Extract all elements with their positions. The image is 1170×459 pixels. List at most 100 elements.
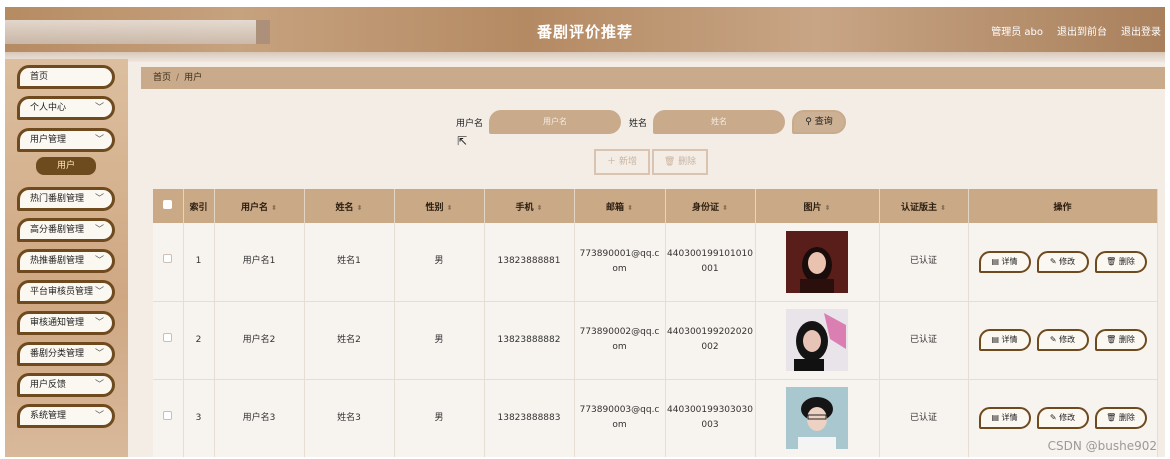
- row-select-cell: [153, 301, 184, 380]
- pencil-icon: ✎: [1049, 413, 1057, 422]
- delete-button[interactable]: 🗑 删除: [1094, 250, 1147, 273]
- cell-id-card: 440300199101010 001: [665, 223, 756, 302]
- top-header: 番剧评价推荐 管理员 abo 退出到前台 退出登录: [5, 7, 1165, 52]
- col-header-photo[interactable]: 图片 ⬍: [755, 189, 880, 223]
- sidebar-subitem-users[interactable]: 用户: [36, 157, 96, 175]
- id-line: 440300199202020: [667, 327, 753, 337]
- cell-phone: 13823888882: [484, 301, 575, 380]
- col-header-label: 姓名: [335, 202, 354, 213]
- chevron-down-icon: ﹀: [94, 318, 104, 328]
- id-line: 002: [701, 342, 719, 352]
- email-line: om: [612, 420, 627, 430]
- email-line: 773890001@qq.c: [579, 248, 660, 259]
- sort-icon[interactable]: ⬍: [357, 204, 363, 212]
- select-all-header[interactable]: [153, 189, 184, 223]
- col-header-phone[interactable]: 手机 ⬍: [484, 189, 575, 223]
- sidebar-item-high-score-anime[interactable]: 高分番剧管理 ﹀: [17, 218, 115, 242]
- batch-delete-button[interactable]: 🗑 删除: [652, 149, 708, 175]
- sidebar-item-label: 平台审核员管理: [30, 287, 94, 297]
- user-photo: [786, 230, 848, 293]
- sidebar-item-label: 用户管理: [30, 135, 67, 145]
- col-header-label: 性别: [425, 202, 444, 213]
- cell-verified: 已认证: [879, 301, 969, 380]
- breadcrumb-home[interactable]: 首页: [153, 73, 171, 83]
- delete-button[interactable]: 🗑 删除: [1094, 407, 1147, 429]
- sidebar-item-review-notice[interactable]: 审核通知管理 ﹀: [17, 311, 115, 335]
- sidebar-item-recommended-anime[interactable]: 热推番剧管理 ﹀: [17, 249, 115, 273]
- doc-icon: ▤: [991, 335, 999, 344]
- edit-button[interactable]: ✎ 修改: [1036, 407, 1089, 429]
- cell-photo: [755, 379, 880, 457]
- cell-id-card: 440300199303030 003: [665, 379, 756, 457]
- row-actions: ▤ 详情 ✎ 修改 🗑 删除: [969, 250, 1157, 273]
- col-header-gender[interactable]: 性别 ⬍: [394, 189, 485, 223]
- cell-username: 用户名3: [214, 379, 305, 457]
- col-header-username[interactable]: 用户名 ⬍: [214, 189, 305, 223]
- edit-button[interactable]: ✎ 修改: [1036, 250, 1089, 273]
- cell-index: 2: [183, 301, 215, 380]
- sidebar-item-home[interactable]: 首页: [17, 65, 115, 89]
- chevron-down-icon: ﹀: [94, 225, 104, 235]
- pencil-icon: ✎: [1049, 335, 1057, 344]
- edit-label: 修改: [1059, 413, 1076, 422]
- header-shadow: [5, 52, 1165, 62]
- name-label: 姓名: [629, 119, 648, 129]
- query-button-label: 查询: [814, 117, 833, 127]
- trash-icon: 🗑: [1106, 335, 1117, 344]
- sort-icon[interactable]: ⬍: [940, 204, 946, 212]
- edit-label: 修改: [1059, 256, 1076, 266]
- sidebar-item-anime-category[interactable]: 番剧分类管理 ﹀: [17, 342, 115, 366]
- chevron-down-icon: ﹀: [94, 194, 104, 204]
- cell-verified: 已认证: [879, 379, 969, 457]
- select-all-checkbox[interactable]: [163, 200, 173, 209]
- cell-email: 773890002@qq.c om: [574, 301, 666, 380]
- edit-button[interactable]: ✎ 修改: [1036, 329, 1089, 351]
- chevron-down-icon: ﹀: [94, 349, 104, 359]
- col-header-label: 图片: [803, 202, 822, 213]
- add-button[interactable]: ＋ 新增: [594, 149, 650, 175]
- col-header-verified[interactable]: 认证版主 ⬍: [879, 189, 969, 223]
- col-header-name[interactable]: 姓名 ⬍: [304, 189, 395, 223]
- col-header-email[interactable]: 邮箱 ⬍: [574, 189, 666, 223]
- sort-icon[interactable]: ⬍: [627, 204, 633, 212]
- sort-icon[interactable]: ⬍: [271, 204, 277, 212]
- row-checkbox[interactable]: [163, 410, 173, 420]
- sort-icon[interactable]: ⬍: [825, 204, 831, 212]
- cell-photo: [755, 301, 880, 380]
- cell-id-card: 440300199202020 002: [665, 301, 756, 380]
- detail-button[interactable]: ▤ 详情: [978, 250, 1031, 273]
- sort-icon[interactable]: ⬍: [537, 204, 543, 212]
- query-button[interactable]: ⚲ 查询: [792, 110, 846, 134]
- col-header-id-card[interactable]: 身份证 ⬍: [665, 189, 756, 223]
- sidebar-item-label: 用户反馈: [30, 380, 67, 390]
- username-search-input[interactable]: 用户名: [489, 110, 621, 134]
- sidebar-item-label: 审核通知管理: [30, 318, 85, 328]
- row-checkbox[interactable]: [163, 254, 173, 264]
- search-icon: ⚲: [805, 117, 812, 127]
- exit-to-front-link[interactable]: 退出到前台: [1057, 23, 1107, 38]
- email-line: 773890002@qq.c: [579, 327, 660, 337]
- table-row: 3 用户名3 姓名3 男 13823888883 773890003@qq.c o…: [153, 379, 1158, 457]
- row-select-cell: [153, 223, 184, 302]
- trash-icon: 🗑: [663, 157, 676, 167]
- col-header-index: 索引: [183, 189, 215, 223]
- email-line: om: [612, 342, 627, 352]
- sidebar-item-system-management[interactable]: 系统管理 ﹀: [17, 404, 115, 428]
- row-checkbox[interactable]: [163, 332, 173, 342]
- row-actions: ▤ 详情 ✎ 修改 🗑 删除: [969, 329, 1157, 351]
- name-search-input[interactable]: 姓名: [653, 110, 785, 134]
- delete-button[interactable]: 🗑 删除: [1094, 329, 1147, 351]
- detail-button[interactable]: ▤ 详情: [978, 407, 1031, 429]
- table-row: 2 用户名2 姓名2 男 13823888882 773890002@qq.c o…: [153, 301, 1158, 380]
- sort-icon[interactable]: ⬍: [447, 204, 453, 212]
- logout-link[interactable]: 退出登录: [1121, 23, 1161, 38]
- detail-button[interactable]: ▤ 详情: [978, 329, 1031, 351]
- row-actions: ▤ 详情 ✎ 修改 🗑 删除: [969, 407, 1157, 429]
- sort-icon[interactable]: ⬍: [722, 204, 728, 212]
- sidebar-item-reviewer-management[interactable]: 平台审核员管理 ﹀: [17, 280, 115, 304]
- trash-icon: 🗑: [1106, 413, 1117, 422]
- cell-username: 用户名1: [214, 223, 305, 302]
- sidebar-item-hot-anime[interactable]: 热门番剧管理 ﹀: [17, 187, 115, 211]
- sidebar-item-user-feedback[interactable]: 用户反馈 ﹀: [17, 373, 115, 397]
- header-links: 管理员 abo 退出到前台 退出登录: [991, 23, 1161, 38]
